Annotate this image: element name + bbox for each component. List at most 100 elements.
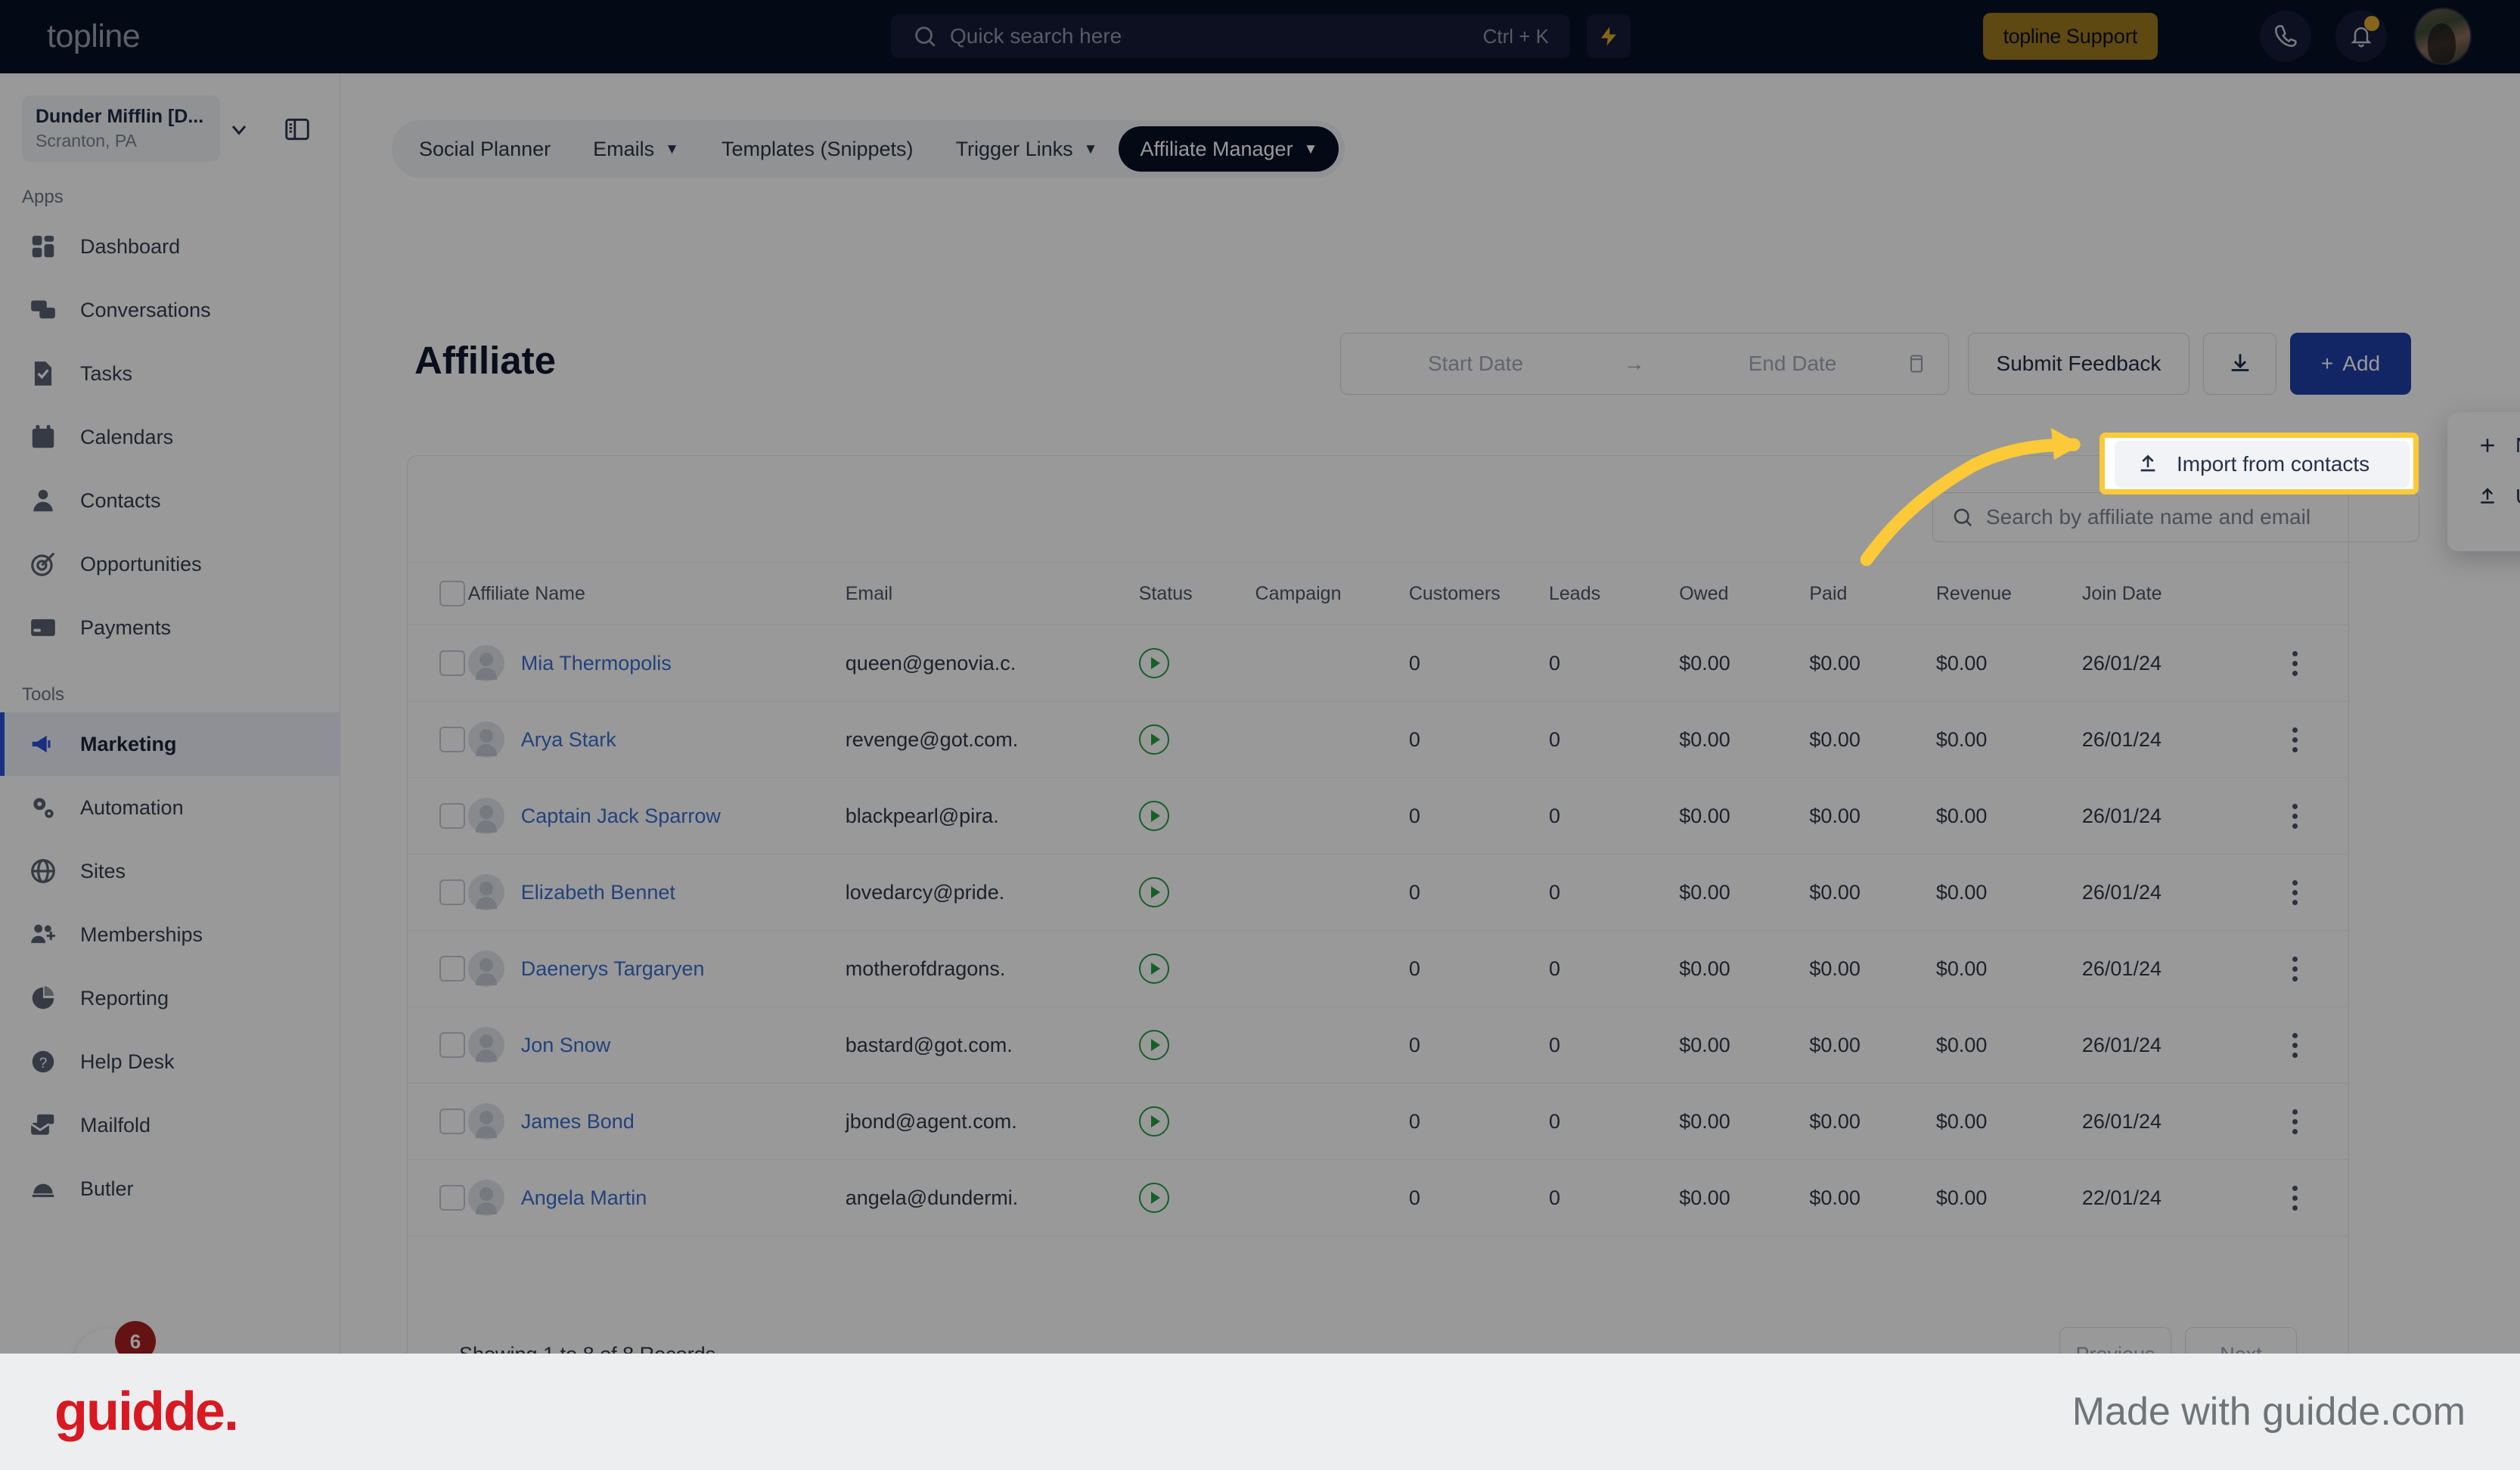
cell-row-actions[interactable] (2242, 1006, 2348, 1084)
sidebar-item-butler[interactable]: Butler (0, 1157, 340, 1220)
cell-status[interactable] (1138, 777, 1255, 854)
affiliate-name-link[interactable]: Elizabeth Bennet (521, 881, 675, 904)
cell-status[interactable] (1138, 1006, 1255, 1084)
tab-trigger-links[interactable]: Trigger Links ▼ (935, 126, 1119, 172)
sidebar-item-dashboard[interactable]: Dashboard (0, 215, 340, 278)
sidebar-item-reporting[interactable]: Reporting (0, 966, 340, 1030)
affiliate-name-link[interactable]: Captain Jack Sparrow (521, 805, 721, 828)
download-button[interactable] (2203, 333, 2276, 395)
quick-search-input[interactable]: Quick search here Ctrl + K (891, 14, 1570, 58)
sidebar-item-sites[interactable]: Sites (0, 839, 340, 903)
column-join-date[interactable]: Join Date (2081, 562, 2242, 625)
menu-item-import-from-contacts[interactable]: Import from contacts (2115, 441, 2410, 488)
table-row[interactable]: Angela Martin angela@dundermi. 0 0 $0.00 $0.0… (408, 1159, 2348, 1236)
affiliate-search-input[interactable]: Search by affiliate name and email (1932, 492, 2419, 542)
end-date-input[interactable]: End Date (1679, 352, 1906, 376)
row-checkbox[interactable] (439, 727, 465, 752)
quick-actions-button[interactable] (1587, 14, 1631, 58)
cell-row-actions[interactable] (2242, 930, 2348, 1007)
select-all-checkbox[interactable] (439, 581, 465, 606)
table-row[interactable]: Jon Snow bastard@got.com. 0 0 $0.00 $0.00 $0.0… (408, 1006, 2348, 1084)
chevron-down-icon[interactable] (227, 117, 251, 141)
table-row[interactable]: Arya Stark revenge@got.com. 0 0 $0.00 $0.00 $0… (408, 701, 2348, 778)
affiliate-name-link[interactable]: Angela Martin (521, 1186, 647, 1210)
sidebar-item-calendars[interactable]: Calendars (0, 405, 340, 469)
column-revenue[interactable]: Revenue (1935, 562, 2082, 625)
sidebar-item-mailfold[interactable]: Mailfold (0, 1093, 340, 1157)
phone-button[interactable] (2260, 11, 2311, 62)
cell-row-actions[interactable] (2242, 1083, 2348, 1160)
tab-social-planner[interactable]: Social Planner (398, 126, 572, 172)
cell-row-actions[interactable] (2242, 625, 2348, 702)
row-select-cell[interactable] (408, 701, 468, 778)
menu-item-new-affiliate[interactable]: New Affiliate (2455, 420, 2520, 471)
row-menu-icon[interactable] (2242, 650, 2348, 676)
column-paid[interactable]: Paid (1809, 562, 1936, 625)
row-checkbox[interactable] (439, 650, 465, 676)
select-all-header[interactable] (408, 562, 468, 625)
column-leads[interactable]: Leads (1549, 562, 1680, 625)
affiliate-name-link[interactable]: Jon Snow (521, 1034, 611, 1057)
table-row[interactable]: Mia Thermopolis queen@genovia.c. 0 0 $0.00 $0… (408, 625, 2348, 702)
table-row[interactable]: Captain Jack Sparrow blackpearl@pira. 0 0 $0… (408, 777, 2348, 854)
cell-status[interactable] (1138, 1159, 1255, 1236)
row-checkbox[interactable] (439, 1109, 465, 1134)
cell-status[interactable] (1138, 701, 1255, 778)
submit-feedback-button[interactable]: Submit Feedback (1968, 333, 2189, 395)
sidebar-item-opportunities[interactable]: Opportunities (0, 532, 340, 596)
date-range-picker[interactable]: Start Date → End Date (1340, 333, 1949, 395)
row-select-cell[interactable] (408, 1083, 468, 1160)
cell-row-actions[interactable] (2242, 1159, 2348, 1236)
row-menu-icon[interactable] (2242, 956, 2348, 982)
sidebar-item-automation[interactable]: Automation (0, 776, 340, 839)
sidebar-item-help-desk[interactable]: ? Help Desk (0, 1030, 340, 1093)
column-customers[interactable]: Customers (1408, 562, 1549, 625)
column-email[interactable]: Email (845, 562, 1139, 625)
affiliate-name-link[interactable]: Arya Stark (521, 728, 616, 752)
cell-row-actions[interactable] (2242, 701, 2348, 778)
menu-item-upload-affiliate[interactable]: Upload Affiliate (2455, 471, 2520, 523)
column-owed[interactable]: Owed (1679, 562, 1810, 625)
cell-status[interactable] (1138, 625, 1255, 702)
row-menu-icon[interactable] (2242, 727, 2348, 752)
row-menu-icon[interactable] (2242, 1032, 2348, 1058)
cell-status[interactable] (1138, 854, 1255, 931)
row-checkbox[interactable] (439, 956, 465, 982)
cell-status[interactable] (1138, 930, 1255, 1007)
row-menu-icon[interactable] (2242, 803, 2348, 829)
row-select-cell[interactable] (408, 625, 468, 702)
row-menu-icon[interactable] (2242, 1109, 2348, 1134)
row-checkbox[interactable] (439, 879, 465, 905)
sidebar-item-memberships[interactable]: Memberships (0, 903, 340, 966)
column-campaign[interactable]: Campaign (1255, 562, 1409, 625)
add-button[interactable]: + Add (2290, 333, 2411, 395)
table-row[interactable]: James Bond jbond@agent.com. 0 0 $0.00 $0.00 $0… (408, 1083, 2348, 1160)
tab-emails[interactable]: Emails ▼ (572, 126, 700, 172)
row-menu-icon[interactable] (2242, 879, 2348, 905)
cell-row-actions[interactable] (2242, 777, 2348, 854)
column-affiliate-name[interactable]: Affiliate Name (467, 562, 846, 625)
column-status[interactable]: Status (1138, 562, 1255, 625)
row-checkbox[interactable] (439, 1032, 465, 1058)
affiliate-name-link[interactable]: James Bond (521, 1110, 635, 1134)
location-switcher[interactable]: Dunder Mifflin [D... Scranton, PA (22, 95, 220, 162)
sidebar-item-marketing[interactable]: Marketing (0, 712, 340, 776)
table-row[interactable]: Daenerys Targaryen motherofdragons. 0 0 $0.0… (408, 930, 2348, 1007)
row-checkbox[interactable] (439, 1185, 465, 1211)
table-row[interactable]: Elizabeth Bennet lovedarcy@pride. 0 0 $0.00 $… (408, 854, 2348, 931)
affiliate-name-link[interactable]: Mia Thermopolis (521, 652, 672, 675)
sidebar-item-contacts[interactable]: Contacts (0, 469, 340, 532)
notifications-button[interactable] (2335, 11, 2387, 62)
tab-affiliate-manager[interactable]: Affiliate Manager ▼ (1119, 126, 1339, 172)
row-select-cell[interactable] (408, 777, 468, 854)
row-checkbox[interactable] (439, 803, 465, 829)
sidebar-item-payments[interactable]: Payments (0, 596, 340, 659)
sidebar-item-tasks[interactable]: Tasks (0, 342, 340, 405)
cell-row-actions[interactable] (2242, 854, 2348, 931)
row-select-cell[interactable] (408, 1159, 468, 1236)
app-logo[interactable]: topline (47, 18, 141, 55)
avatar[interactable] (2414, 8, 2472, 65)
sidebar-item-conversations[interactable]: Conversations (0, 278, 340, 342)
tab-templates-snippets[interactable]: Templates (Snippets) (700, 126, 935, 172)
support-button[interactable]: topline Support (1983, 13, 2158, 60)
